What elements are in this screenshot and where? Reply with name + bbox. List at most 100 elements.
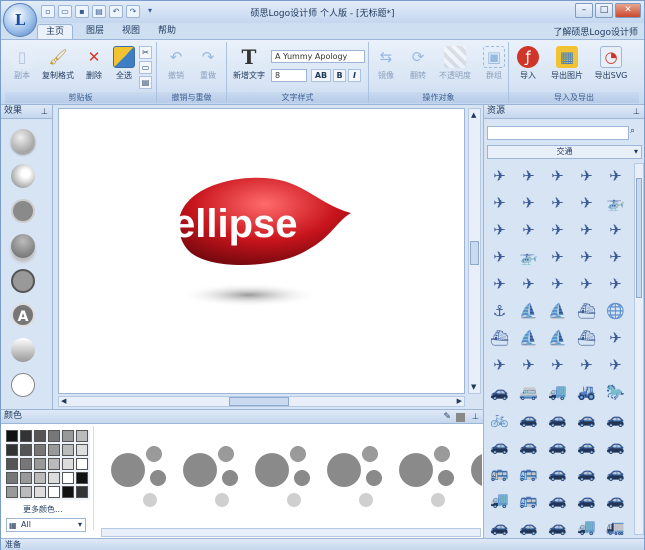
car-icon[interactable]: 🚗 [573, 433, 600, 460]
color-swatch[interactable] [48, 458, 60, 470]
car-icon[interactable]: 🚗 [573, 487, 600, 514]
car-icon[interactable]: 🚗 [515, 514, 542, 538]
ship-icon[interactable]: ⚓ [486, 298, 513, 325]
car-icon[interactable]: 🚗 [544, 487, 571, 514]
more-colors-link[interactable]: 更多颜色... [23, 504, 63, 515]
car-icon[interactable]: 🚗 [515, 406, 542, 433]
car-icon[interactable]: 🚗 [544, 460, 571, 487]
bold-button[interactable]: B [333, 69, 346, 82]
truck-icon[interactable]: 🚛 [602, 514, 629, 538]
jet-icon[interactable]: ✈ [515, 190, 542, 217]
color-swatch[interactable] [6, 430, 18, 442]
airplane-icon[interactable]: ✈ [602, 271, 629, 298]
cut-icon[interactable]: ✂ [139, 46, 152, 59]
tab-view[interactable]: 视图 [113, 24, 149, 39]
tab-help[interactable]: 帮助 [149, 24, 185, 39]
color-swatch[interactable] [34, 472, 46, 484]
car-icon[interactable]: 🚗 [573, 460, 600, 487]
resource-scroll-thumb[interactable] [636, 178, 642, 298]
airplane-icon[interactable]: ✈ [602, 217, 629, 244]
color-swatch[interactable] [48, 430, 60, 442]
export-image-button[interactable]: ▦ 导出图片 [547, 44, 587, 86]
airplane-icon[interactable]: ✈ [573, 271, 600, 298]
sailboat-icon[interactable]: ⛵ [544, 325, 571, 352]
ferry-icon[interactable]: ⛴ [573, 298, 600, 325]
rotate-button[interactable]: ⟳ 翻转 [403, 44, 433, 86]
paste-small-icon[interactable]: ▭ [139, 61, 152, 74]
car-icon[interactable]: 🚗 [515, 433, 542, 460]
sailboat-icon[interactable]: ⛵ [515, 298, 542, 325]
ship-icon[interactable]: ⛴ [486, 325, 513, 352]
airplane-icon[interactable]: ✈ [573, 244, 600, 271]
airplane-icon[interactable]: ✈ [602, 163, 629, 190]
car-icon[interactable]: 🚗 [486, 514, 513, 538]
color-swatch[interactable] [62, 444, 74, 456]
italic-button[interactable]: I [348, 69, 361, 82]
airplane-icon[interactable]: ✈ [486, 271, 513, 298]
color-swatch[interactable] [6, 458, 18, 470]
carriage-icon[interactable]: 🐎 [602, 379, 629, 406]
colors-pin-icon[interactable]: ⊥ [472, 412, 479, 421]
airplane-icon[interactable]: ✈ [544, 163, 571, 190]
color-swatch[interactable] [20, 486, 32, 498]
design-canvas[interactable]: ellipse [58, 108, 465, 394]
color-swatch[interactable] [20, 458, 32, 470]
color-swatch[interactable] [20, 444, 32, 456]
mirror-button[interactable]: ⇆ 镜像 [371, 44, 401, 86]
horizontal-scroll-thumb[interactable] [229, 397, 289, 406]
eyedropper-icon[interactable]: ✎ [443, 412, 451, 422]
color-swatch[interactable] [6, 472, 18, 484]
effect-shadow[interactable] [11, 234, 35, 258]
car-icon[interactable]: 🚗 [602, 460, 629, 487]
bus-icon[interactable]: 🚌 [486, 460, 513, 487]
jet-icon[interactable]: ✈ [515, 217, 542, 244]
select-all-button[interactable]: 全选 [109, 44, 139, 86]
airplane-icon[interactable]: ✈ [486, 217, 513, 244]
car-icon[interactable]: 🚗 [544, 514, 571, 538]
preset-horizontal-scrollbar[interactable] [101, 528, 481, 537]
color-swatch[interactable] [6, 486, 18, 498]
resources-pin-icon[interactable]: ⊥ [633, 107, 640, 116]
ferry-icon[interactable]: ⛴ [573, 325, 600, 352]
copy-button[interactable]: ▯ 副本 [7, 44, 37, 86]
globe-icon[interactable]: 🌐 [602, 298, 629, 325]
group-button[interactable]: ▣ 群组 [479, 44, 509, 86]
helicopter-icon[interactable]: 🚁 [515, 244, 542, 271]
color-swatch[interactable] [62, 430, 74, 442]
car-icon[interactable]: 🚗 [602, 487, 629, 514]
color-swatch[interactable] [48, 472, 60, 484]
color-swatch[interactable] [62, 486, 74, 498]
airplane-icon[interactable]: ✈ [515, 271, 542, 298]
sailboat-icon[interactable]: ⛵ [544, 298, 571, 325]
scroll-down-icon[interactable]: ▼ [471, 383, 476, 391]
effect-text-icon[interactable]: A [11, 303, 35, 327]
scroll-left-icon[interactable]: ◀ [61, 397, 66, 405]
effect-stroke[interactable] [11, 269, 35, 293]
color-swatch[interactable] [76, 430, 88, 442]
airplane-icon[interactable]: ✈ [573, 217, 600, 244]
effect-bevel[interactable] [11, 129, 35, 153]
jet-icon[interactable]: ✈ [486, 244, 513, 271]
color-swatch[interactable] [76, 472, 88, 484]
airplane-icon[interactable]: ✈ [573, 163, 600, 190]
color-preset-list[interactable] [94, 426, 482, 530]
export-svg-button[interactable]: ◔ 导出SVG [591, 44, 631, 86]
color-swatch[interactable] [34, 430, 46, 442]
airplane-icon[interactable]: ✈ [573, 352, 600, 379]
app-menu-button[interactable]: L [3, 3, 37, 37]
resource-search-input[interactable] [487, 126, 629, 140]
undo-button[interactable]: ↶ 撤销 [161, 44, 191, 86]
redo-button[interactable]: ↷ 重做 [193, 44, 223, 86]
vertical-scroll-thumb[interactable] [470, 241, 479, 265]
car-icon[interactable]: 🚗 [486, 433, 513, 460]
color-swatch[interactable] [48, 486, 60, 498]
opacity-button[interactable]: 不透明度 [435, 44, 475, 86]
car-icon[interactable]: 🚗 [544, 406, 571, 433]
color-swatch[interactable] [6, 444, 18, 456]
format-painter-button[interactable]: 🖌 复制格式 [39, 44, 77, 86]
resource-vertical-scrollbar[interactable] [634, 163, 644, 535]
maximize-button[interactable]: □ [595, 3, 613, 18]
text-spacing-button[interactable]: AB [311, 69, 331, 82]
effect-emboss[interactable] [11, 164, 35, 188]
resource-category-select[interactable]: 交通 ▾ [487, 145, 642, 159]
